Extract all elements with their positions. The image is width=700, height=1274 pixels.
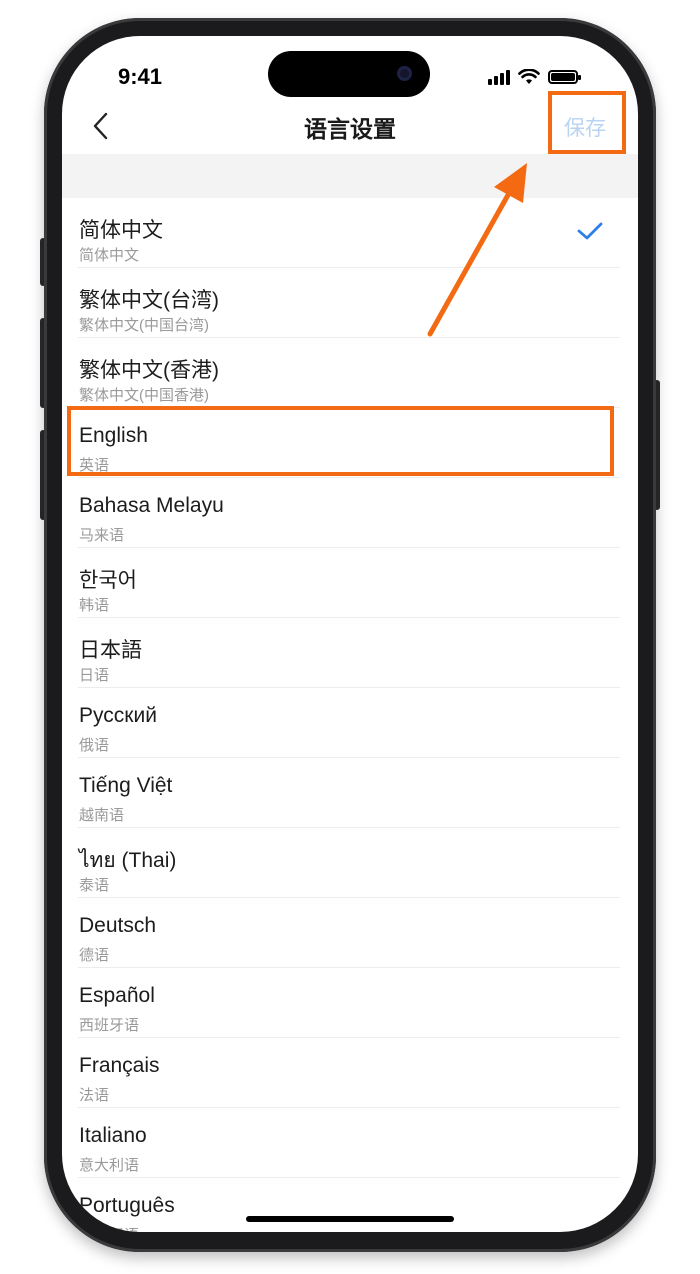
annotation-arrow [427, 163, 527, 337]
